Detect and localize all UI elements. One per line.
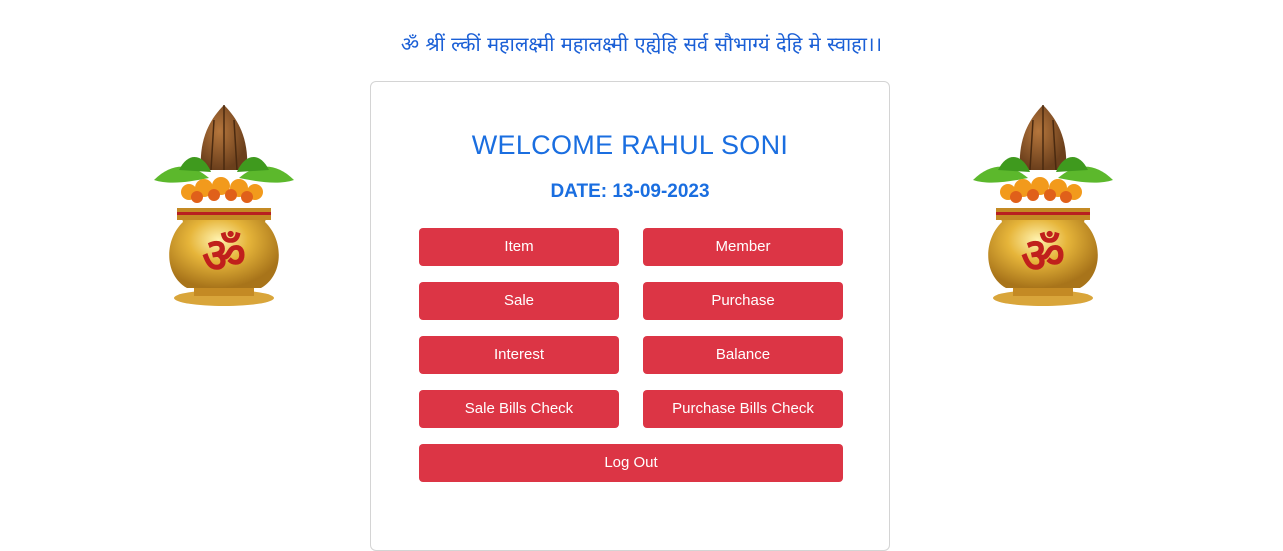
sale-button[interactable]: Sale: [419, 282, 619, 320]
dashboard-card: WELCOME RAHUL SONI DATE: 13-09-2023 Item…: [370, 81, 890, 551]
svg-text:ॐ: ॐ: [1021, 228, 1065, 284]
date-label: DATE: 13-09-2023: [550, 181, 710, 202]
logout-button[interactable]: Log Out: [419, 444, 843, 482]
item-button[interactable]: Item: [419, 228, 619, 266]
welcome-title: WELCOME RAHUL SONI: [471, 130, 789, 160]
kalash-om-icon: ॐ: [154, 105, 294, 306]
sale-bills-check-button[interactable]: Sale Bills Check: [419, 390, 619, 428]
balance-button[interactable]: Balance: [643, 336, 843, 374]
member-button[interactable]: Member: [643, 228, 843, 266]
purchase-bills-check-button[interactable]: Purchase Bills Check: [643, 390, 843, 428]
svg-text:ॐ: ॐ: [202, 228, 246, 284]
kalash-om-icon: ॐ: [973, 105, 1113, 306]
interest-button[interactable]: Interest: [419, 336, 619, 374]
purchase-button[interactable]: Purchase: [643, 282, 843, 320]
mantra-heading: ॐ श्रीं ल्कीं महालक्ष्मी महालक्ष्मी एह्य…: [400, 32, 883, 56]
